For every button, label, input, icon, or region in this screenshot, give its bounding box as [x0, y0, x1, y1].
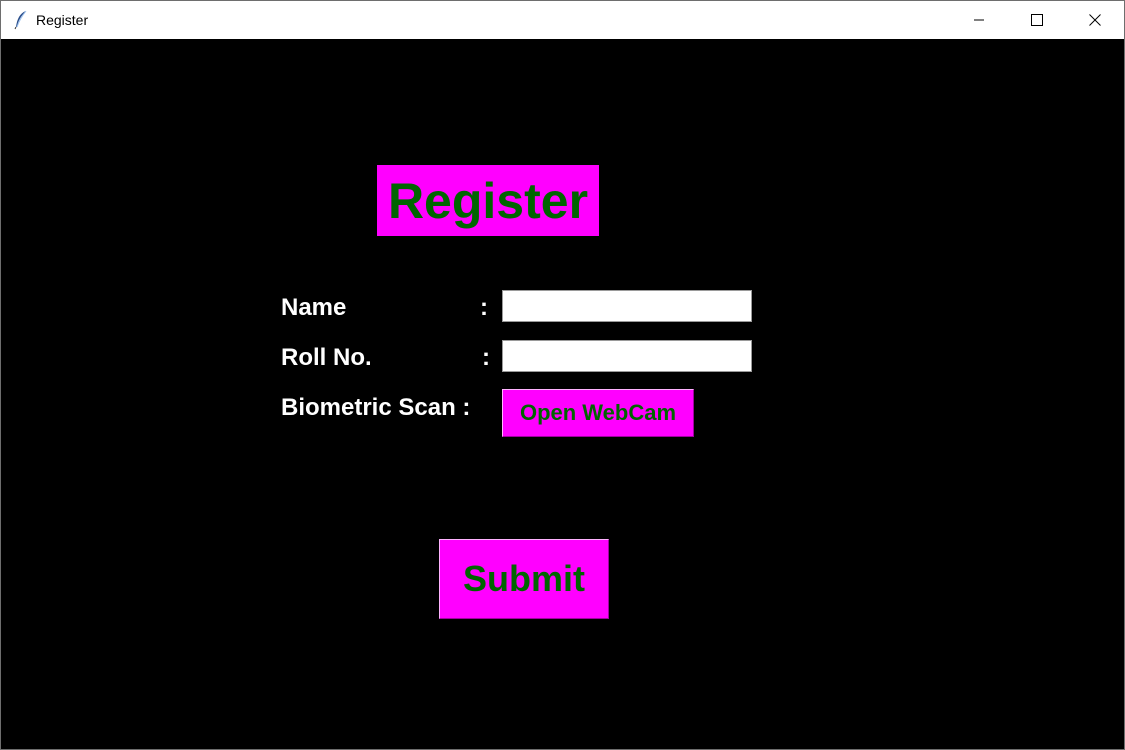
open-webcam-button[interactable]: Open WebCam: [502, 389, 694, 437]
register-heading: Register: [377, 165, 599, 236]
maximize-button[interactable]: [1008, 1, 1066, 39]
roll-no-field[interactable]: [502, 340, 752, 372]
name-colon: :: [480, 294, 488, 321]
roll-no-colon: :: [482, 344, 490, 371]
app-window: Register Register Name : Roll No. : Biom…: [0, 0, 1125, 750]
biometric-scan-label: Biometric Scan :: [281, 394, 471, 421]
minimize-icon: [974, 19, 984, 21]
title-bar[interactable]: Register: [1, 1, 1124, 39]
window-title: Register: [36, 12, 89, 28]
name-label: Name: [281, 294, 347, 321]
form-area: Register Name : Roll No. : Biometric Sca…: [1, 39, 1124, 749]
maximize-icon: [1031, 14, 1043, 26]
close-button[interactable]: [1066, 1, 1124, 39]
name-field[interactable]: [502, 290, 752, 322]
submit-button[interactable]: Submit: [439, 539, 609, 619]
minimize-button[interactable]: [950, 1, 1008, 39]
feather-icon: [13, 10, 29, 30]
roll-no-label: Roll No.: [281, 344, 372, 371]
close-icon: [1089, 14, 1101, 26]
